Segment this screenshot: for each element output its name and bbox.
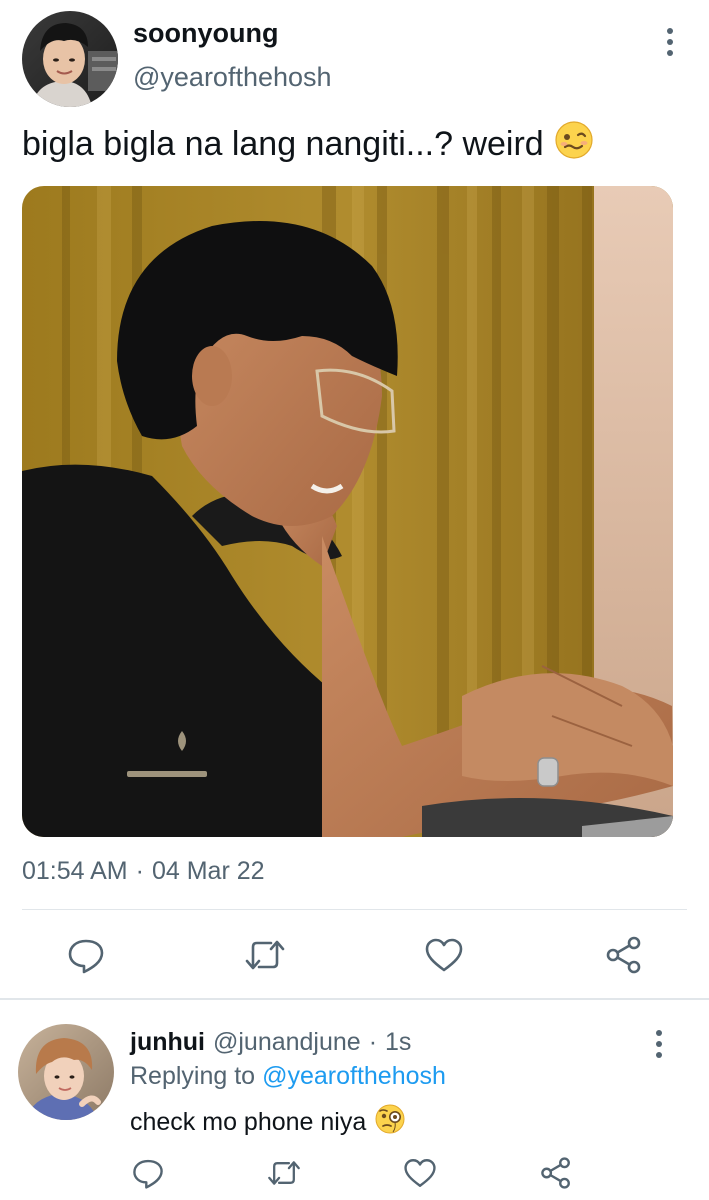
reply-header: junhui @junandjune · 1s bbox=[130, 1028, 411, 1057]
reply-retweet-button[interactable] bbox=[264, 1154, 304, 1192]
replying-to-label: Replying to bbox=[130, 1062, 256, 1090]
tweet-timestamp: 01:54 AM · 04 Mar 22 bbox=[22, 857, 265, 886]
dot-icon bbox=[667, 39, 673, 45]
share-icon bbox=[541, 1157, 570, 1189]
author-display-name[interactable]: soonyoung bbox=[133, 18, 278, 49]
dot-icon bbox=[656, 1030, 662, 1036]
tweet-time: 01:54 AM bbox=[22, 857, 128, 885]
reply-button[interactable] bbox=[64, 935, 108, 975]
author-handle[interactable]: @yearofthehosh bbox=[133, 62, 332, 93]
reply-age: 1s bbox=[385, 1028, 412, 1056]
tweet-body: bigla bigla na lang nangiti...? weird bbox=[22, 120, 594, 169]
reply-reply-button[interactable] bbox=[128, 1154, 168, 1192]
timestamp-separator: · bbox=[135, 857, 144, 885]
share-icon bbox=[606, 936, 641, 974]
reply-icon bbox=[133, 1159, 163, 1189]
retweet-button[interactable] bbox=[243, 935, 287, 975]
reply-like-button[interactable] bbox=[400, 1154, 440, 1192]
dot-icon bbox=[667, 50, 673, 56]
reply-author-handle[interactable]: @junandjune bbox=[213, 1028, 361, 1057]
dot-icon bbox=[656, 1041, 662, 1047]
divider bbox=[22, 909, 687, 910]
tweet-photo[interactable] bbox=[22, 186, 673, 837]
reply-more-options-button[interactable] bbox=[644, 1024, 674, 1064]
author-avatar[interactable] bbox=[22, 11, 118, 107]
share-button[interactable] bbox=[602, 935, 646, 975]
tweet-date: 04 Mar 22 bbox=[151, 857, 265, 885]
reply-author-avatar[interactable] bbox=[18, 1024, 114, 1120]
retweet-icon bbox=[268, 1161, 300, 1185]
face-with-monocle-icon bbox=[374, 1103, 406, 1142]
reply-text: check mo phone niya bbox=[130, 1108, 367, 1136]
reply-tweet[interactable]: junhui @junandjune · 1s Replying to @yea… bbox=[0, 1002, 709, 1200]
reply-separator: · bbox=[368, 1028, 378, 1056]
dot-icon bbox=[667, 28, 673, 34]
reply-icon bbox=[68, 939, 104, 974]
section-divider bbox=[0, 998, 709, 1000]
heart-icon bbox=[425, 938, 463, 972]
main-tweet: soonyoung @yearofthehosh bigla bigla na … bbox=[0, 0, 709, 1000]
replying-to-handle-link[interactable]: @yearofthehosh bbox=[262, 1062, 446, 1091]
retweet-icon bbox=[245, 940, 285, 970]
heart-icon bbox=[404, 1159, 436, 1187]
woozy-face-icon bbox=[554, 120, 594, 169]
reply-body: check mo phone niya bbox=[130, 1103, 406, 1142]
replying-to-line: Replying to @yearofthehosh bbox=[130, 1062, 446, 1091]
like-button[interactable] bbox=[422, 935, 466, 975]
dot-icon bbox=[656, 1052, 662, 1058]
more-options-button[interactable] bbox=[655, 22, 685, 62]
tweet-text: bigla bigla na lang nangiti...? weird bbox=[22, 125, 544, 163]
reply-author-display-name[interactable]: junhui bbox=[130, 1028, 205, 1057]
reply-share-button[interactable] bbox=[536, 1154, 576, 1192]
